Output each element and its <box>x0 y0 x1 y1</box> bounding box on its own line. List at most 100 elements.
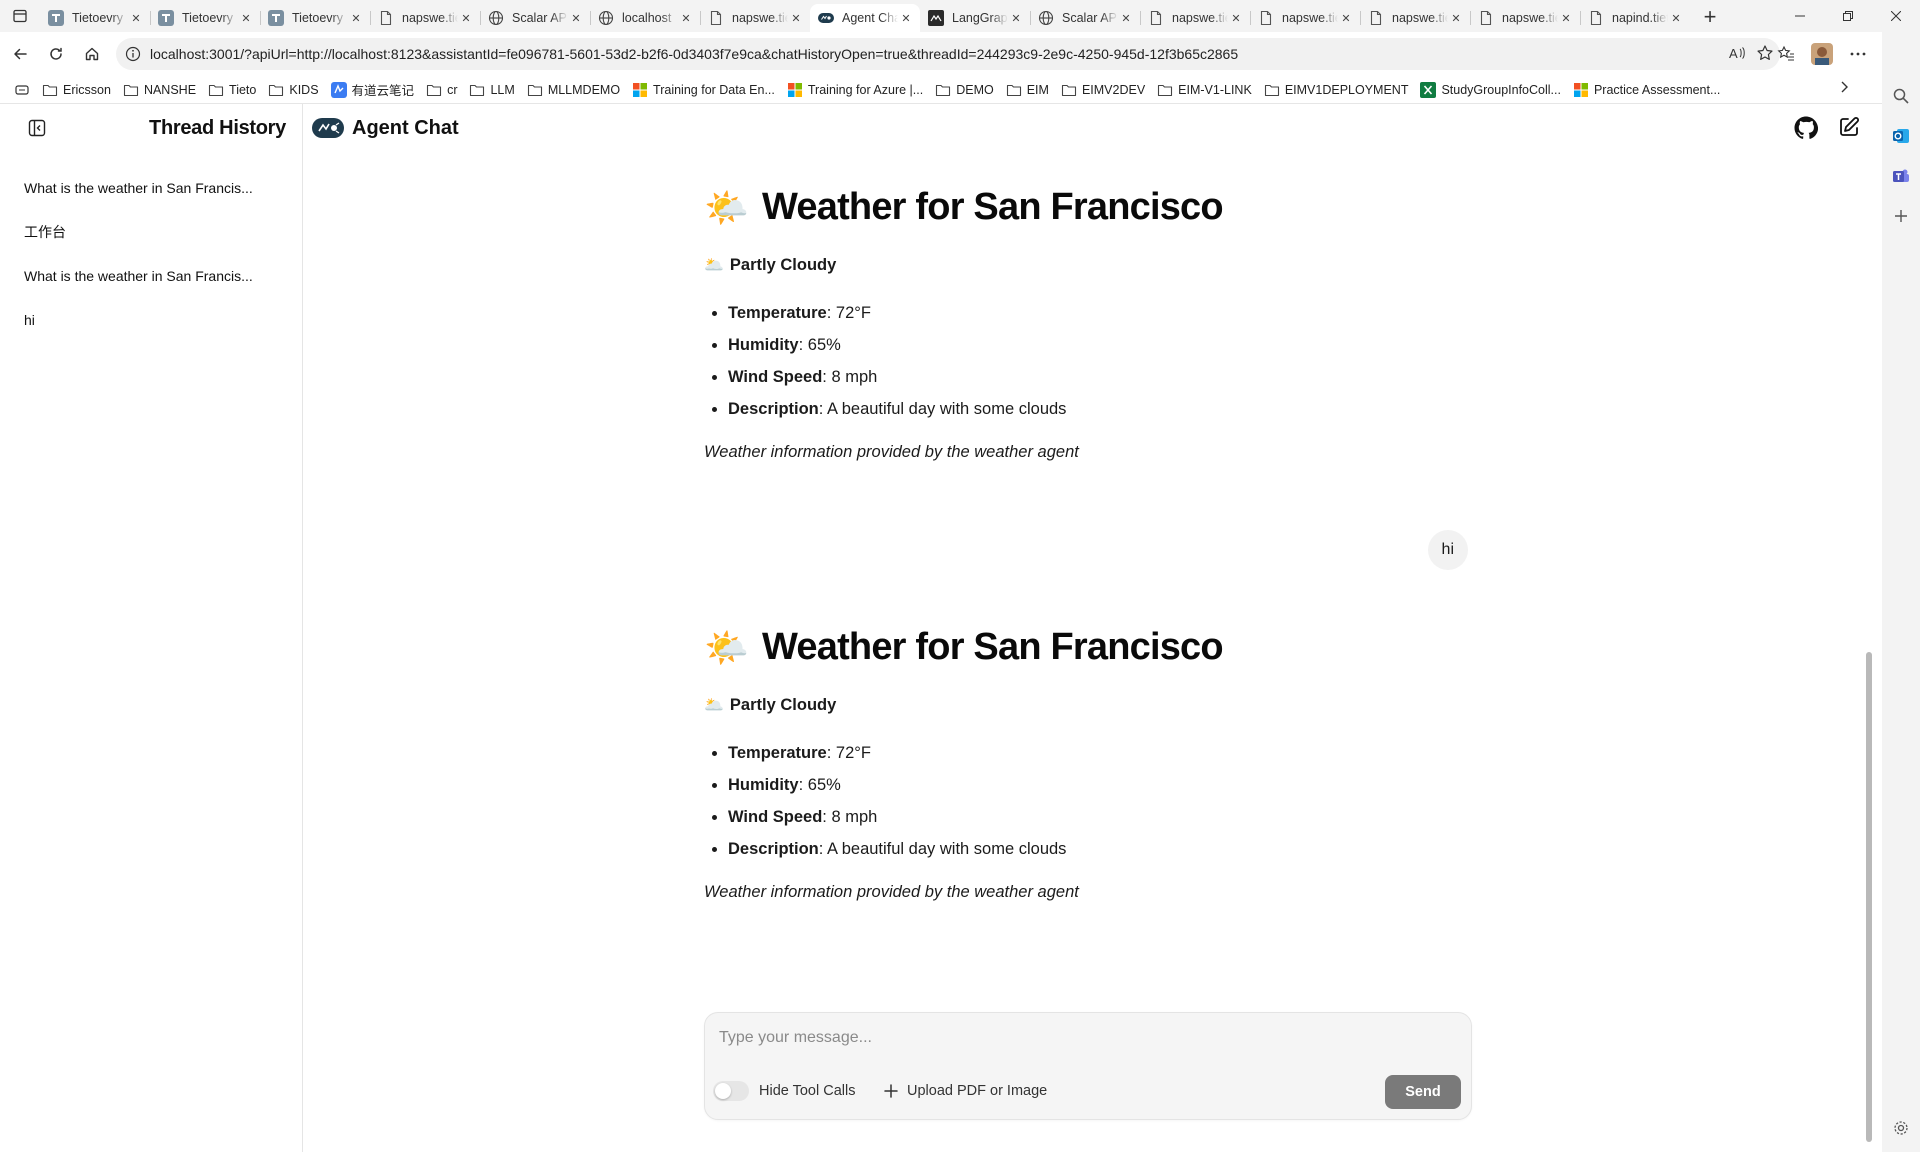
favorites-button[interactable] <box>1768 36 1804 72</box>
browser-tab[interactable]: napswe.tieto✕ <box>370 4 480 32</box>
close-tab-icon[interactable]: ✕ <box>1228 10 1244 26</box>
bookmark-item[interactable]: Ericsson <box>36 78 117 102</box>
read-aloud-icon[interactable]: A <box>1728 44 1746 65</box>
chevron-right-icon[interactable] <box>1838 80 1850 97</box>
browser-tab[interactable]: Agent Chat✕ <box>810 4 920 32</box>
close-tab-icon[interactable]: ✕ <box>1668 10 1684 26</box>
detail-label: Humidity <box>728 336 799 354</box>
list-item: Temperature: 72°F <box>728 297 1464 329</box>
message-input[interactable] <box>719 1029 1439 1047</box>
cloud-icon: 🌥️ <box>704 257 724 274</box>
thread-item[interactable]: What is the weather in San Francis... <box>0 254 302 298</box>
bookmark-item[interactable]: MLLMDEMO <box>521 78 626 102</box>
detail-label: Description <box>728 840 819 858</box>
teams-button[interactable] <box>1882 156 1920 196</box>
bookmark-item[interactable]: cr <box>420 78 463 102</box>
browser-tab[interactable]: napswe.tieto✕ <box>700 4 810 32</box>
page-viewport: Thread History What is the weather in Sa… <box>0 104 1882 1152</box>
browser-tab[interactable]: napswe.tieto✕ <box>1360 4 1470 32</box>
browser-tab[interactable]: LangGraph✕ <box>920 4 1030 32</box>
browser-tab[interactable]: Tietoevry ✕ <box>40 4 150 32</box>
browser-tab[interactable]: napswe.tieto✕ <box>1250 4 1360 32</box>
close-tab-icon[interactable]: ✕ <box>458 10 474 26</box>
browser-tab[interactable]: Scalar API ✕ <box>480 4 590 32</box>
new-tab-button[interactable]: + <box>1694 3 1726 31</box>
tab-title: napswe.tieto <box>1392 11 1448 25</box>
github-link[interactable] <box>1794 116 1819 145</box>
bookmark-item[interactable]: EIM-V1-LINK <box>1151 78 1258 102</box>
bookmark-item[interactable]: Training for Azure |... <box>781 78 929 102</box>
refresh-button[interactable] <box>38 36 74 72</box>
close-tab-icon[interactable]: ✕ <box>128 10 144 26</box>
bookmark-item[interactable]: Tieto <box>202 78 262 102</box>
address-bar[interactable]: localhost:3001/?apiUrl=http://localhost:… <box>116 38 1780 70</box>
toggle-sidebar-button[interactable] <box>28 119 46 137</box>
close-tab-icon[interactable]: ✕ <box>678 10 694 26</box>
search-button[interactable] <box>1882 76 1920 116</box>
browser-tab[interactable]: localhost ✕ <box>590 4 700 32</box>
bookmark-item[interactable]: LLM <box>463 78 520 102</box>
close-tab-icon[interactable]: ✕ <box>1008 10 1024 26</box>
bookmark-item[interactable]: NANSHE <box>117 78 202 102</box>
minimize-button[interactable] <box>1776 0 1824 32</box>
sidebar-settings-button[interactable] <box>1882 1108 1920 1148</box>
bookmark-item[interactable]: DEMO <box>929 78 1000 102</box>
close-tab-icon[interactable]: ✕ <box>568 10 584 26</box>
detail-label: Humidity <box>728 776 799 794</box>
hide-tool-calls-toggle[interactable]: Hide Tool Calls <box>713 1081 855 1101</box>
close-tab-icon[interactable]: ✕ <box>1338 10 1354 26</box>
profile-avatar[interactable] <box>1804 36 1840 72</box>
bookmark-item[interactable]: EIMV1DEPLOYMENT <box>1258 78 1415 102</box>
thread-item[interactable]: hi <box>0 298 302 342</box>
close-tab-icon[interactable]: ✕ <box>1448 10 1464 26</box>
bookmark-item[interactable]: EIMV2DEV <box>1055 78 1151 102</box>
home-button[interactable] <box>74 36 110 72</box>
back-button[interactable] <box>2 36 38 72</box>
reading-list-icon[interactable] <box>8 78 36 102</box>
bookmark-label: Ericsson <box>63 82 111 97</box>
bookmark-label: Tieto <box>229 82 257 97</box>
bookmark-label: DEMO <box>956 82 994 97</box>
outlook-button[interactable] <box>1882 116 1920 156</box>
site-info-icon[interactable] <box>125 46 141 65</box>
send-button[interactable]: Send <box>1385 1075 1461 1109</box>
message-list: 🌤️ Weather for San Francisco 🌥️ Partly Clo… <box>304 152 1876 1152</box>
browser-tab[interactable]: Tietoevry ✕ <box>260 4 370 32</box>
app-brand[interactable]: Agent Chat <box>312 117 459 140</box>
browser-tab[interactable]: napswe.tieto✕ <box>1140 4 1250 32</box>
browser-tab[interactable]: Tietoevry ✕ <box>150 4 260 32</box>
thread-item[interactable]: What is the weather in San Francis... <box>0 166 302 210</box>
bookmark-item[interactable]: Training for Data En... <box>626 78 781 102</box>
close-tab-icon[interactable]: ✕ <box>1118 10 1134 26</box>
detail-label: Wind Speed <box>728 808 823 826</box>
close-tab-icon[interactable]: ✕ <box>238 10 254 26</box>
add-sidebar-app-button[interactable] <box>1882 196 1920 236</box>
bookmark-item[interactable]: StudyGroupInfoColl... <box>1414 78 1567 102</box>
detail-value: : 8 mph <box>822 808 878 826</box>
tab-title: Agent Chat <box>842 11 898 25</box>
browser-tab[interactable]: Scalar API ✕ <box>1030 4 1140 32</box>
tab-actions-button[interactable] <box>0 0 40 32</box>
bookmark-label: LLM <box>490 82 515 97</box>
close-tab-icon[interactable]: ✕ <box>898 10 914 26</box>
bookmark-item[interactable]: EIM <box>1000 78 1055 102</box>
close-tab-icon[interactable]: ✕ <box>788 10 804 26</box>
browser-tab[interactable]: napind.tieto✕ <box>1580 4 1690 32</box>
thread-item[interactable]: 工作台 <box>0 210 302 254</box>
close-tab-icon[interactable]: ✕ <box>348 10 364 26</box>
restore-button[interactable] <box>1824 0 1872 32</box>
close-tab-icon[interactable]: ✕ <box>1558 10 1574 26</box>
bookmark-item[interactable]: KIDS <box>262 78 324 102</box>
bookmark-item[interactable]: 有道云笔记 <box>325 78 421 102</box>
new-thread-button[interactable] <box>1838 116 1860 145</box>
tab-title: napswe.tieto <box>1282 11 1338 25</box>
globe-icon <box>598 10 614 26</box>
upload-button[interactable]: Upload PDF or Image <box>883 1081 1047 1101</box>
toggle-switch[interactable] <box>713 1081 749 1101</box>
tab-list: Tietoevry✕Tietoevry✕Tietoevry✕napswe.tie… <box>40 0 1690 32</box>
page-scrollbar[interactable] <box>1866 652 1872 1142</box>
bookmark-item[interactable]: Practice Assessment... <box>1567 78 1726 102</box>
settings-more-button[interactable] <box>1840 36 1876 72</box>
browser-tab[interactable]: napswe.tieto✕ <box>1470 4 1580 32</box>
close-window-button[interactable] <box>1872 0 1920 32</box>
